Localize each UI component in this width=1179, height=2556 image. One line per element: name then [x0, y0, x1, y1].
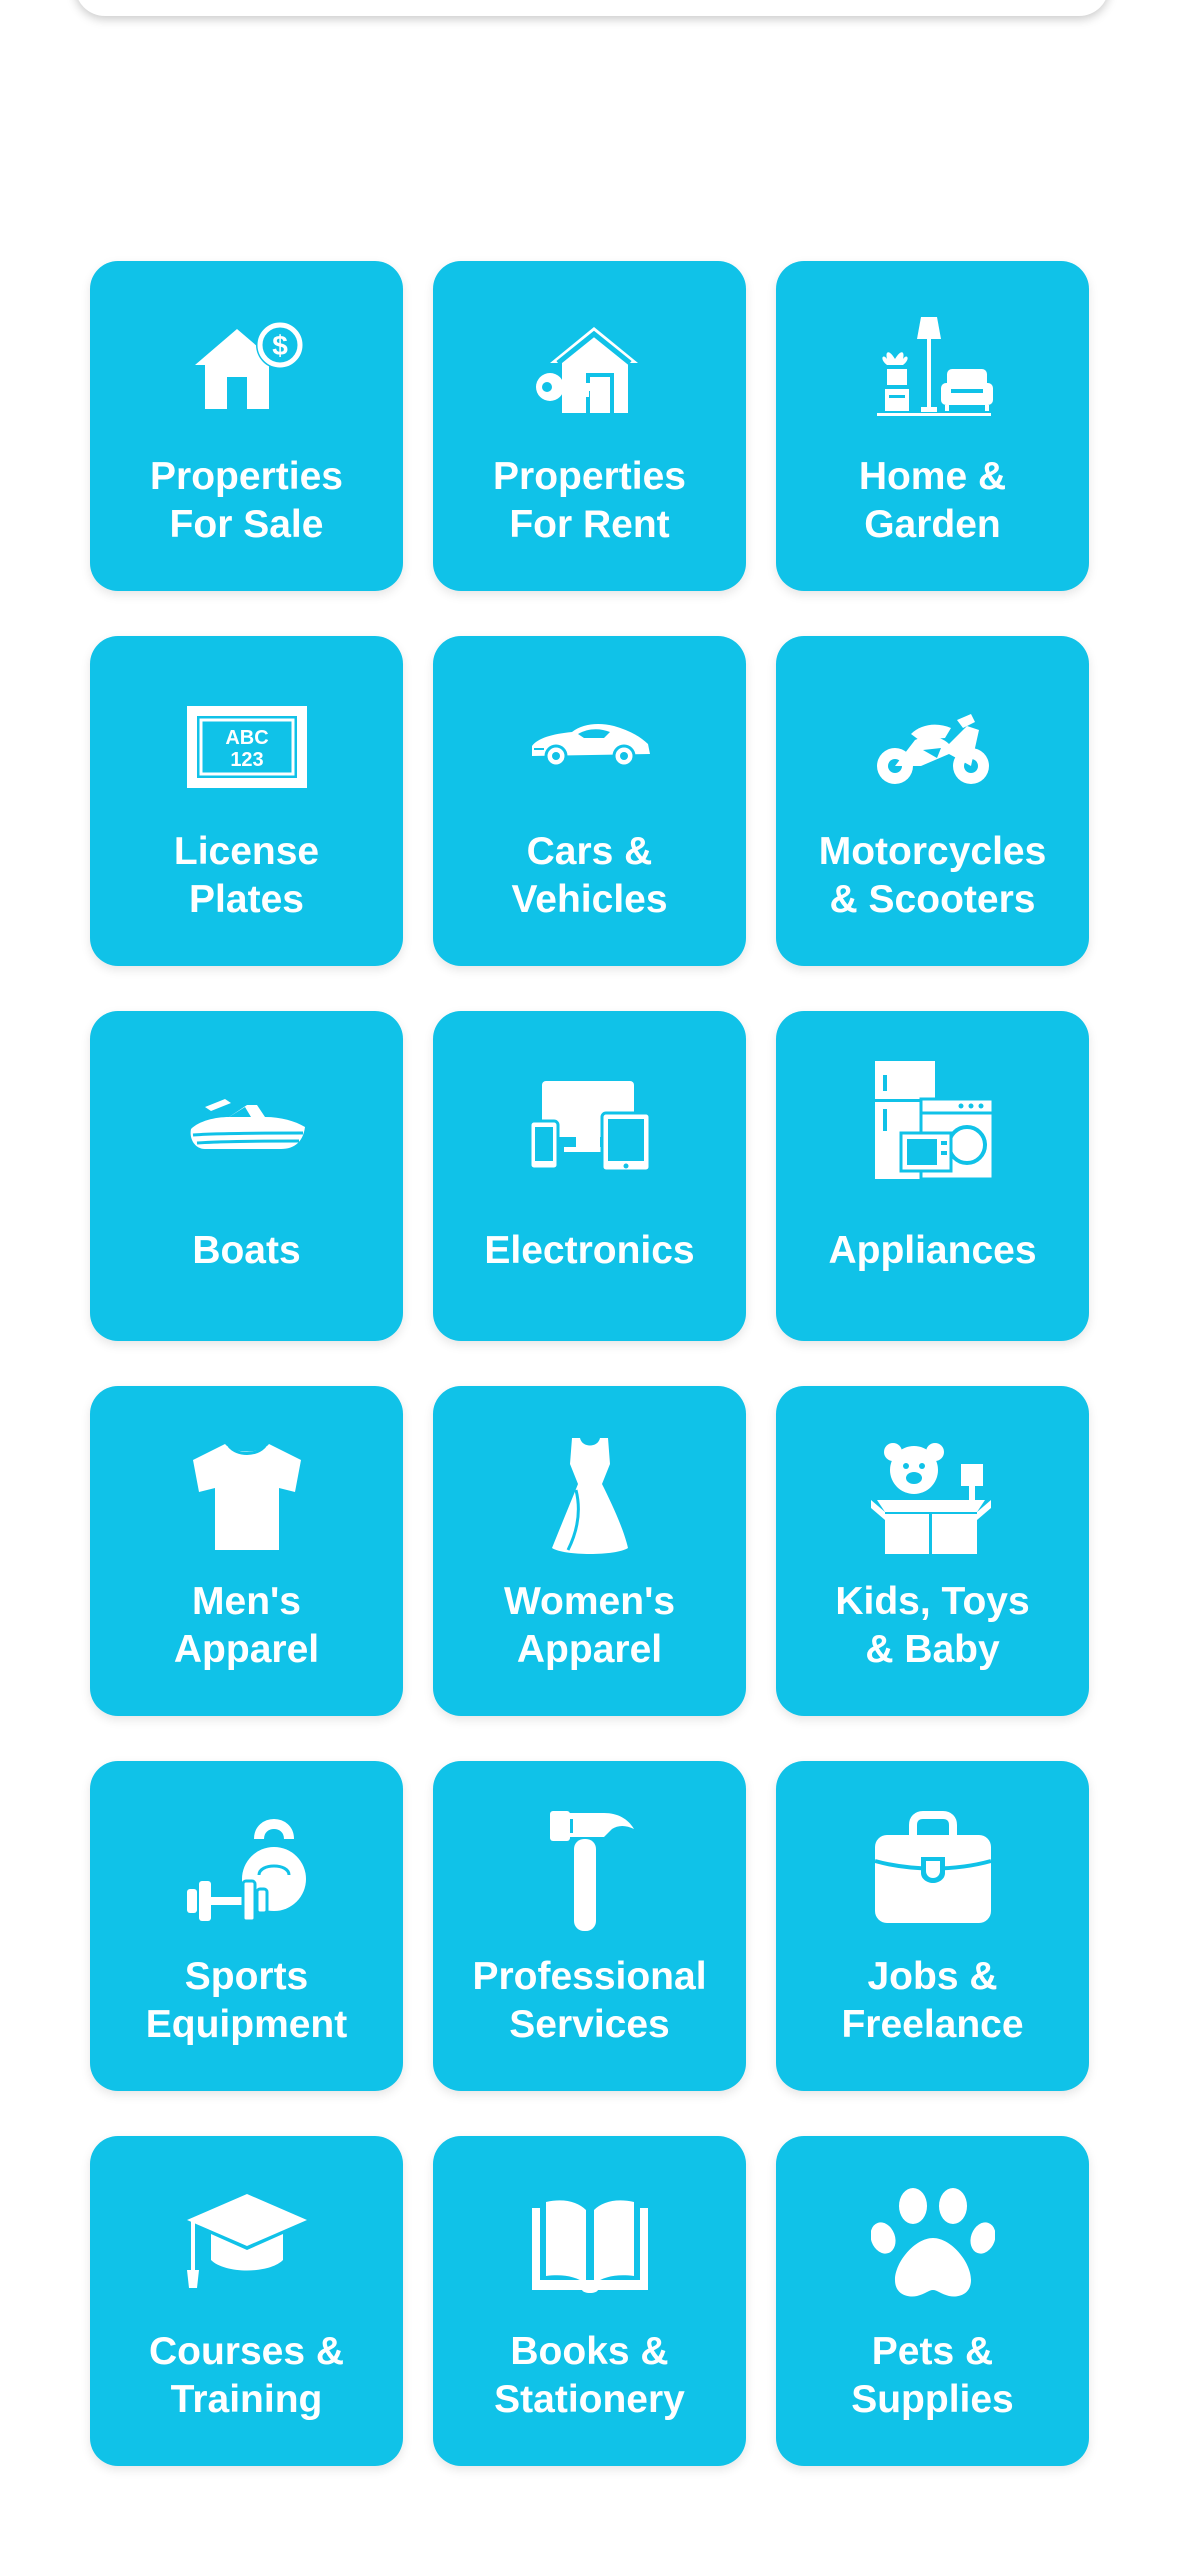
plate-text-line1: ABC — [225, 727, 268, 749]
category-label: Jobs & Freelance — [841, 1955, 1024, 2046]
jet-ski-icon — [185, 1059, 309, 1183]
house-dollar-icon: $ — [185, 309, 309, 433]
category-courses-training[interactable]: Courses & Training — [90, 2136, 403, 2466]
category-books-stationery[interactable]: Books & Stationery — [433, 2136, 746, 2466]
category-label: Kids, Toys & Baby — [835, 1580, 1030, 1671]
category-properties-for-sale[interactable]: $ Properties For Sale — [90, 261, 403, 591]
category-label: Pets & Supplies — [851, 2330, 1014, 2421]
plate-text-line2: 123 — [230, 749, 263, 771]
category-sports-equipment[interactable]: Sports Equipment — [90, 1761, 403, 2091]
toy-box-icon — [870, 1434, 995, 1558]
category-label: Properties For Rent — [493, 455, 686, 546]
devices-icon — [528, 1059, 652, 1183]
category-label: Women's Apparel — [503, 1580, 676, 1671]
category-label: Electronics — [484, 1229, 695, 1272]
category-label: Cars & Vehicles — [511, 830, 668, 921]
category-license-plates[interactable]: ABC 123 License Plates — [90, 636, 403, 966]
category-womens-apparel[interactable]: Women's Apparel — [433, 1386, 746, 1716]
category-label: Professional Services — [472, 1955, 707, 2046]
category-label: License Plates — [173, 830, 320, 921]
category-electronics[interactable]: Electronics — [433, 1011, 746, 1341]
hammer-icon — [528, 1809, 652, 1933]
furniture-icon — [871, 309, 995, 433]
category-properties-for-rent[interactable]: Properties For Rent — [433, 261, 746, 591]
appliances-icon — [871, 1059, 995, 1183]
motorcycle-icon — [871, 684, 995, 808]
category-professional-services[interactable]: Professional Services — [433, 1761, 746, 2091]
dumbbell-kettlebell-icon — [185, 1809, 309, 1933]
category-label: Motorcycles & Scooters — [818, 830, 1047, 921]
category-kids-toys-baby[interactable]: Kids, Toys & Baby — [776, 1386, 1089, 1716]
category-label: Appliances — [828, 1229, 1037, 1272]
paw-icon — [870, 2184, 995, 2308]
license-plate-icon: ABC 123 — [185, 684, 309, 808]
category-boats[interactable]: Boats — [90, 1011, 403, 1341]
car-icon — [528, 684, 652, 808]
category-pets-supplies[interactable]: Pets & Supplies — [776, 2136, 1089, 2466]
dress-icon — [528, 1434, 652, 1558]
category-grid: $ Properties For Sale Properties For Ren… — [90, 261, 1089, 2466]
briefcase-icon — [871, 1809, 995, 1933]
category-appliances[interactable]: Appliances — [776, 1011, 1089, 1341]
category-label: Properties For Sale — [150, 455, 343, 546]
tshirt-icon — [185, 1434, 309, 1558]
category-label: Home & Garden — [858, 455, 1007, 546]
category-label: Courses & Training — [148, 2330, 345, 2421]
open-book-icon — [528, 2184, 652, 2308]
category-home-garden[interactable]: Home & Garden — [776, 261, 1089, 591]
category-label: Boats — [192, 1229, 301, 1272]
graduation-cap-icon — [185, 2184, 309, 2308]
category-label: Men's Apparel — [173, 1580, 320, 1671]
category-label: Sports Equipment — [145, 1955, 348, 2046]
category-mens-apparel[interactable]: Men's Apparel — [90, 1386, 403, 1716]
category-motorcycles-scooters[interactable]: Motorcycles & Scooters — [776, 636, 1089, 966]
search-card — [75, 0, 1109, 16]
category-jobs-freelance[interactable]: Jobs & Freelance — [776, 1761, 1089, 2091]
category-label: Books & Stationery — [494, 2330, 685, 2421]
category-cars-vehicles[interactable]: Cars & Vehicles — [433, 636, 746, 966]
house-key-icon — [528, 309, 652, 433]
svg-text:$: $ — [272, 330, 288, 361]
